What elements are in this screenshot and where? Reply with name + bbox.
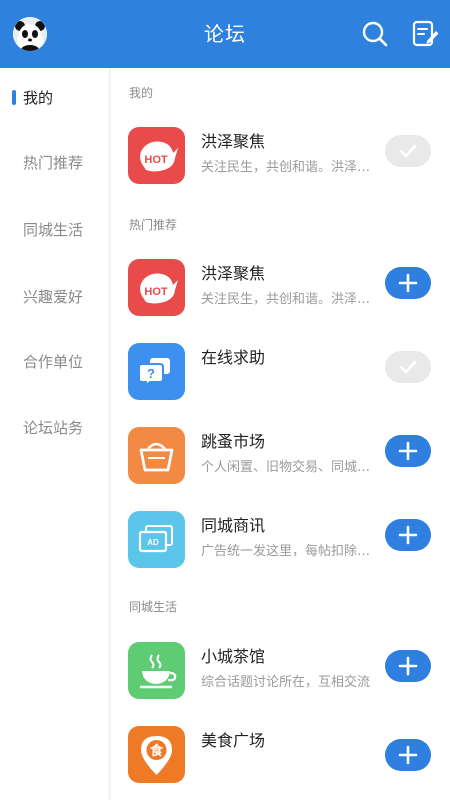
plus-icon: [398, 273, 418, 293]
tea-cup-icon: [128, 642, 185, 699]
board-description: 广告统一发这里，每帖扣除积分: [201, 544, 381, 559]
section-header-hot: 热门推荐: [129, 218, 178, 232]
hot-badge-icon: HOT: [128, 259, 185, 316]
sidebar-item-partners[interactable]: 合作单位: [0, 342, 110, 382]
svg-text:HOT: HOT: [144, 154, 168, 166]
check-icon: [399, 360, 417, 374]
list-item[interactable]: 跳蚤市场 个人闲置、旧物交易、同城转让: [111, 420, 450, 486]
board-description: 综合话题讨论所在，互相交流: [201, 675, 371, 690]
board-title: 同城商讯: [201, 516, 266, 535]
board-list: 我的 HOT 洪泽聚焦 关注民生，共创和谐。洪泽聚焦论坛欢迎您 热门推荐 HOT: [111, 68, 450, 800]
add-board-button[interactable]: [385, 267, 431, 299]
board-description: 个人闲置、旧物交易、同城转让: [201, 460, 381, 475]
board-icon: HOT: [128, 127, 185, 184]
list-item[interactable]: AD 同城商讯 广告统一发这里，每帖扣除积分: [111, 504, 450, 570]
sidebar-item-hot[interactable]: 热门推荐: [0, 143, 110, 183]
board-title: 跳蚤市场: [201, 432, 266, 451]
list-item[interactable]: 食 美食广场: [111, 719, 450, 785]
sidebar-item-site-affairs[interactable]: 论坛站务: [0, 408, 110, 448]
add-board-button[interactable]: [385, 739, 431, 771]
list-item[interactable]: HOT 洪泽聚焦 关注民生，共创和谐。洪泽聚焦论坛欢迎您: [111, 120, 450, 186]
plus-icon: [398, 745, 418, 765]
list-item[interactable]: ? 在线求助: [111, 336, 450, 402]
board-icon: [128, 642, 185, 699]
food-pin-icon: 食: [128, 726, 185, 783]
sidebar-item-city-life[interactable]: 同城生活: [0, 210, 110, 250]
board-title: 小城茶馆: [201, 647, 266, 666]
board-icon: 食: [128, 726, 185, 783]
list-item[interactable]: HOT 洪泽聚焦 关注民生，共创和谐。洪泽聚焦论坛欢迎您: [111, 252, 450, 318]
edit-note-icon: [412, 20, 439, 47]
search-icon: [362, 21, 388, 47]
board-title: 洪泽聚焦: [201, 264, 266, 283]
plus-icon: [398, 656, 418, 676]
hot-badge-icon: HOT: [128, 127, 185, 184]
question-chat-icon: ?: [128, 343, 185, 400]
basket-icon: [128, 427, 185, 484]
svg-text:?: ?: [147, 366, 155, 381]
section-header-mine: 我的: [129, 86, 154, 100]
board-title: 美食广场: [201, 731, 266, 750]
section-header-city-life: 同城生活: [129, 600, 178, 614]
joined-button[interactable]: [385, 135, 431, 167]
svg-text:AD: AD: [147, 538, 159, 547]
sidebar-item-hobbies[interactable]: 兴趣爱好: [0, 277, 110, 317]
joined-button[interactable]: [385, 351, 431, 383]
board-title: 在线求助: [201, 348, 266, 367]
svg-text:食: 食: [150, 743, 164, 759]
new-post-button[interactable]: [410, 19, 440, 49]
board-icon: [128, 427, 185, 484]
header-bar: 论坛: [0, 0, 450, 68]
search-button[interactable]: [360, 19, 390, 49]
board-description: 关注民生，共创和谐。洪泽聚焦论坛欢迎您: [201, 292, 381, 307]
board-icon: AD: [128, 511, 185, 568]
add-board-button[interactable]: [385, 435, 431, 467]
board-icon: HOT: [128, 259, 185, 316]
board-icon: ?: [128, 343, 185, 400]
plus-icon: [398, 525, 418, 545]
board-title: 洪泽聚焦: [201, 132, 266, 151]
sidebar-item-mine[interactable]: 我的: [0, 78, 110, 118]
add-board-button[interactable]: [385, 519, 431, 551]
add-board-button[interactable]: [385, 650, 431, 682]
plus-icon: [398, 441, 418, 461]
board-description: 关注民生，共创和谐。洪泽聚焦论坛欢迎您: [201, 160, 381, 175]
svg-text:HOT: HOT: [144, 286, 168, 298]
list-item[interactable]: 小城茶馆 综合话题讨论所在，互相交流: [111, 635, 450, 701]
check-icon: [399, 144, 417, 158]
category-sidebar: 我的 热门推荐 同城生活 兴趣爱好 合作单位 论坛站务: [0, 68, 110, 800]
ad-card-icon: AD: [128, 511, 185, 568]
